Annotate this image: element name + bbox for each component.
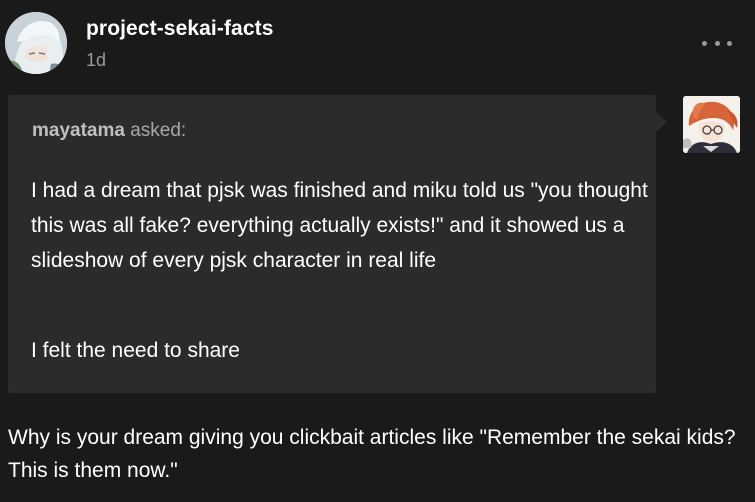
menu-dot <box>714 40 720 46</box>
more-horizontal-icon[interactable] <box>702 33 732 53</box>
ask-question-paragraph: I felt the need to share <box>31 339 240 362</box>
asked-label: asked: <box>124 120 187 141</box>
post-timestamp[interactable]: 1d <box>86 50 106 71</box>
asker-avatar[interactable] <box>683 96 740 153</box>
blog-avatar[interactable] <box>5 12 67 74</box>
ask-bubble-tail <box>656 112 667 132</box>
menu-dot <box>727 40 732 46</box>
asker-avatar-image <box>683 96 740 153</box>
asker-line: mayatama asked: <box>32 120 186 142</box>
menu-dot <box>702 40 707 46</box>
blog-name-link[interactable]: project-sekai-facts <box>86 17 273 41</box>
ask-question-paragraph: I had a dream that pjsk was finished and… <box>31 179 648 272</box>
asker-name-link[interactable]: mayatama <box>32 120 125 141</box>
answer-text: Why is your dream giving you clickbait a… <box>8 426 736 482</box>
blog-avatar-image <box>5 12 67 74</box>
ask-box: mayatama asked: I had a dream that pjsk … <box>8 95 656 393</box>
